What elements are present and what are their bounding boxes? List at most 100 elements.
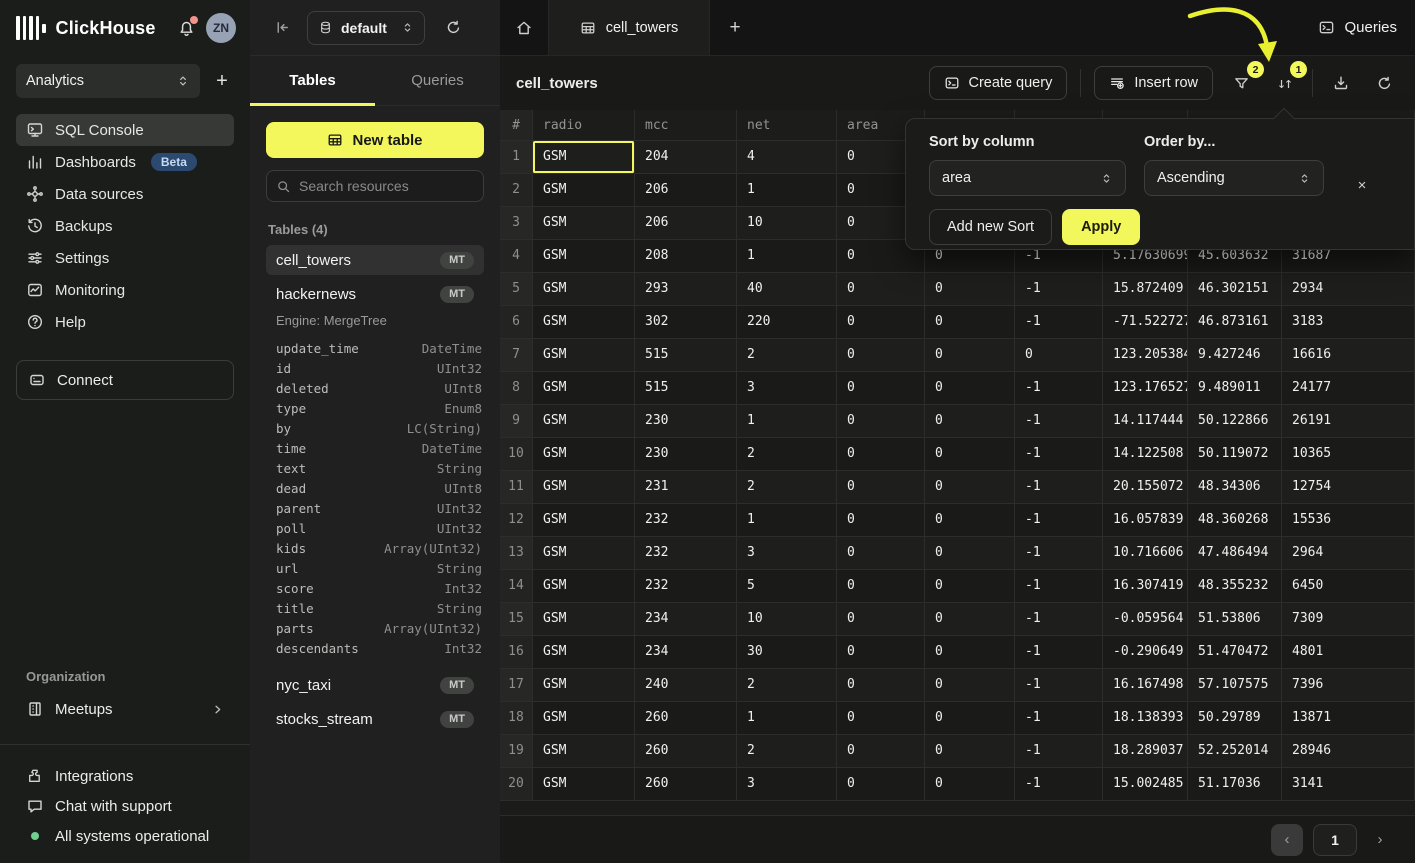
- home-tab[interactable]: [500, 0, 548, 55]
- grid-cell[interactable]: 0: [837, 372, 925, 405]
- grid-cell[interactable]: 26191: [1282, 405, 1415, 438]
- add-service-button[interactable]: +: [210, 70, 234, 93]
- grid-cell[interactable]: -0.059564: [1103, 603, 1188, 636]
- grid-cell[interactable]: 0: [837, 273, 925, 306]
- grid-cell[interactable]: -1: [1015, 504, 1103, 537]
- grid-cell[interactable]: 1: [737, 240, 837, 273]
- grid-cell[interactable]: GSM: [533, 405, 635, 438]
- grid-cell[interactable]: 9.489011: [1188, 372, 1282, 405]
- grid-cell[interactable]: 52.252014: [1188, 735, 1282, 768]
- current-page-indicator[interactable]: 1: [1313, 824, 1357, 856]
- grid-cell[interactable]: GSM: [533, 669, 635, 702]
- refresh-button[interactable]: [1369, 68, 1399, 98]
- grid-cell[interactable]: 220: [737, 306, 837, 339]
- table-item-cell_towers[interactable]: cell_towersMT: [266, 245, 484, 275]
- table-item-stocks_stream[interactable]: stocks_streamMT: [266, 704, 484, 734]
- grid-cell[interactable]: 0: [837, 768, 925, 801]
- grid-cell[interactable]: GSM: [533, 273, 635, 306]
- sidebar-item-chat-support[interactable]: Chat with support: [16, 791, 234, 821]
- grid-cell[interactable]: GSM: [533, 603, 635, 636]
- tab-tables[interactable]: Tables: [250, 56, 375, 105]
- grid-cell[interactable]: -1: [1015, 372, 1103, 405]
- download-button[interactable]: [1326, 68, 1356, 98]
- grid-cell[interactable]: 50.119072: [1188, 438, 1282, 471]
- grid-cell[interactable]: 0: [925, 537, 1015, 570]
- create-query-button[interactable]: Create query: [929, 66, 1068, 100]
- grid-cell[interactable]: 1: [737, 405, 837, 438]
- grid-cell[interactable]: 230: [635, 405, 737, 438]
- grid-cell[interactable]: GSM: [533, 339, 635, 372]
- grid-cell[interactable]: -1: [1015, 636, 1103, 669]
- grid-cell[interactable]: 0: [837, 702, 925, 735]
- next-page-button[interactable]: ›: [1367, 824, 1393, 856]
- grid-cell[interactable]: 12754: [1282, 471, 1415, 504]
- add-new-sort-button[interactable]: Add new Sort: [929, 209, 1052, 245]
- grid-cell[interactable]: -1: [1015, 306, 1103, 339]
- grid-cell[interactable]: 260: [635, 735, 737, 768]
- grid-cell[interactable]: 0: [837, 306, 925, 339]
- grid-cell[interactable]: -1: [1015, 537, 1103, 570]
- grid-cell[interactable]: 46.873161: [1188, 306, 1282, 339]
- grid-cell[interactable]: 0: [837, 438, 925, 471]
- grid-cell[interactable]: 1: [737, 174, 837, 207]
- grid-cell[interactable]: 123.176527: [1103, 372, 1188, 405]
- grid-cell[interactable]: GSM: [533, 537, 635, 570]
- sidebar-item-settings[interactable]: Settings: [16, 242, 234, 274]
- sidebar-item-help[interactable]: Help: [16, 306, 234, 338]
- grid-cell[interactable]: 48.355232: [1188, 570, 1282, 603]
- grid-cell[interactable]: 14.122508: [1103, 438, 1188, 471]
- grid-cell[interactable]: 10: [737, 603, 837, 636]
- grid-cell[interactable]: 40: [737, 273, 837, 306]
- grid-cell[interactable]: 7309: [1282, 603, 1415, 636]
- grid-cell[interactable]: 13871: [1282, 702, 1415, 735]
- grid-cell[interactable]: 0: [837, 636, 925, 669]
- grid-cell[interactable]: 232: [635, 570, 737, 603]
- grid-cell[interactable]: 0: [837, 603, 925, 636]
- grid-header-cell[interactable]: #: [500, 110, 533, 141]
- grid-cell[interactable]: 16.307419: [1103, 570, 1188, 603]
- grid-cell[interactable]: 28946: [1282, 735, 1415, 768]
- grid-cell[interactable]: 2: [737, 735, 837, 768]
- refresh-panel-icon[interactable]: [445, 19, 462, 36]
- grid-cell[interactable]: -1: [1015, 438, 1103, 471]
- grid-cell[interactable]: 3141: [1282, 768, 1415, 801]
- sidebar-item-integrations[interactable]: Integrations: [16, 761, 234, 791]
- grid-cell[interactable]: 15536: [1282, 504, 1415, 537]
- grid-cell[interactable]: 0: [837, 405, 925, 438]
- remove-sort-button[interactable]: ×: [1351, 174, 1373, 196]
- sort-order-select[interactable]: Ascending: [1144, 160, 1324, 196]
- grid-cell[interactable]: -1: [1015, 471, 1103, 504]
- grid-cell[interactable]: 1: [737, 702, 837, 735]
- grid-cell[interactable]: 232: [635, 504, 737, 537]
- grid-cell[interactable]: 2934: [1282, 273, 1415, 306]
- grid-cell[interactable]: -1: [1015, 570, 1103, 603]
- grid-cell[interactable]: 20.155072: [1103, 471, 1188, 504]
- sidebar-item-sql-console[interactable]: SQL Console: [16, 114, 234, 146]
- grid-cell[interactable]: 206: [635, 207, 737, 240]
- grid-cell[interactable]: 515: [635, 372, 737, 405]
- grid-cell[interactable]: 208: [635, 240, 737, 273]
- grid-cell[interactable]: 0: [1015, 339, 1103, 372]
- grid-cell[interactable]: 260: [635, 768, 737, 801]
- grid-cell[interactable]: 234: [635, 636, 737, 669]
- grid-cell[interactable]: 204: [635, 141, 737, 174]
- workspace-selector[interactable]: Analytics: [16, 64, 200, 98]
- grid-cell[interactable]: GSM: [533, 306, 635, 339]
- grid-cell[interactable]: 4801: [1282, 636, 1415, 669]
- grid-cell[interactable]: -1: [1015, 669, 1103, 702]
- grid-cell[interactable]: 2: [737, 339, 837, 372]
- grid-cell[interactable]: GSM: [533, 372, 635, 405]
- grid-cell[interactable]: 0: [837, 735, 925, 768]
- grid-cell[interactable]: -1: [1015, 768, 1103, 801]
- grid-cell[interactable]: GSM: [533, 768, 635, 801]
- grid-cell[interactable]: 47.486494: [1188, 537, 1282, 570]
- grid-cell[interactable]: 0: [925, 669, 1015, 702]
- grid-cell[interactable]: 3: [737, 537, 837, 570]
- grid-cell[interactable]: 46.302151: [1188, 273, 1282, 306]
- tab-cell-towers[interactable]: cell_towers: [548, 0, 710, 55]
- grid-cell[interactable]: 0: [837, 339, 925, 372]
- grid-cell[interactable]: 0: [925, 471, 1015, 504]
- grid-cell[interactable]: 123.205384: [1103, 339, 1188, 372]
- grid-cell[interactable]: 16616: [1282, 339, 1415, 372]
- sidebar-item-dashboards[interactable]: DashboardsBeta: [16, 146, 234, 178]
